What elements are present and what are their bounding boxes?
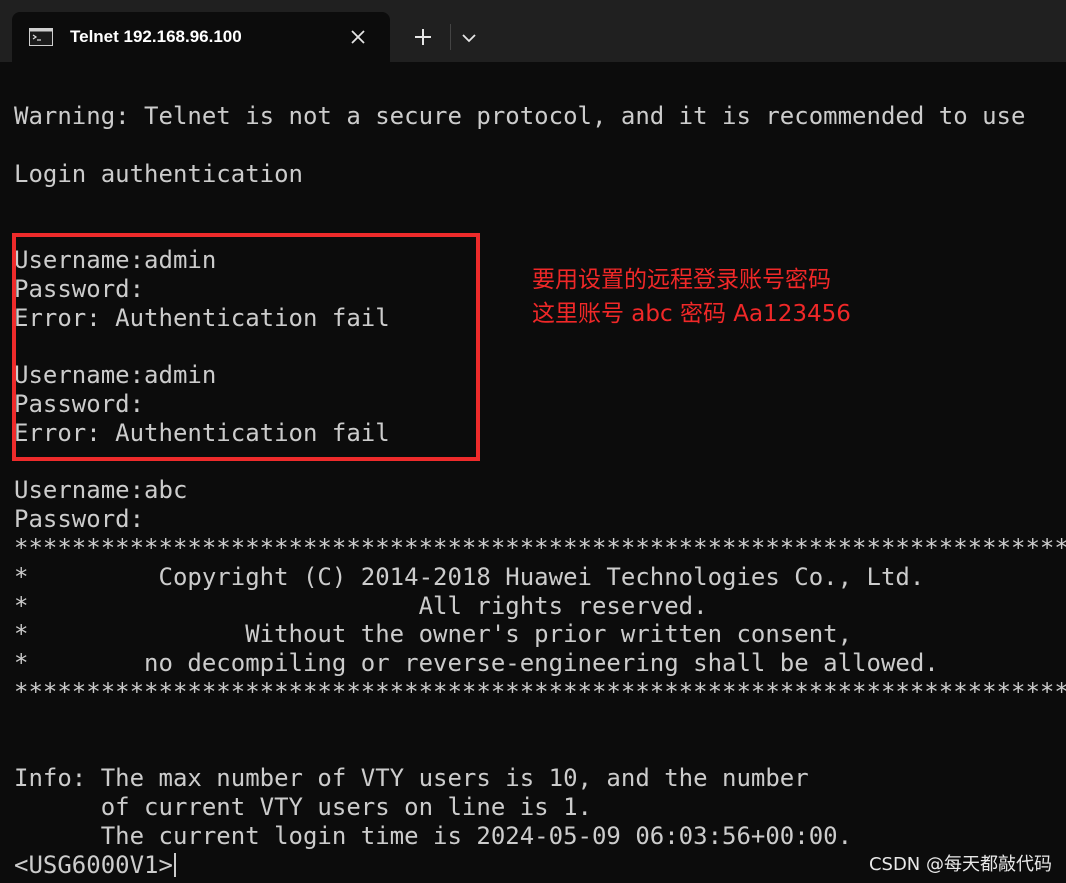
terminal-window: Telnet 192.168.96.100 Warning: Telnet is… (0, 0, 1066, 883)
terminal-line: of current VTY users on line is 1. (14, 793, 592, 822)
terminal-line: Warning: Telnet is not a secure protocol… (14, 102, 1026, 130)
command-prompt: <USG6000V1> (14, 850, 173, 879)
terminal-line: * Copyright (C) 2014-2018 Huawei Technol… (14, 562, 925, 591)
tab-divider (450, 24, 451, 50)
terminal-line: Username:abc (14, 476, 188, 505)
terminal-line: * Without the owner's prior written cons… (14, 620, 853, 649)
terminal-line: ****************************************… (14, 677, 1066, 706)
plus-icon[interactable] (410, 24, 436, 50)
close-icon[interactable] (346, 25, 370, 49)
terminal-line: Password: (14, 505, 145, 534)
annotation-line-1: 要用设置的远程登录账号密码 (532, 267, 831, 293)
terminal-output[interactable]: Warning: Telnet is not a secure protocol… (14, 102, 1066, 883)
terminal-line: The current login time is 2024-05-09 06:… (14, 821, 853, 850)
annotation-line-2: 这里账号 abc 密码 Aa123456 (532, 301, 851, 327)
terminal-line: Info: The max number of VTY users is 10,… (14, 764, 809, 793)
annotation-highlight-box (12, 233, 480, 461)
text-cursor (173, 852, 176, 877)
terminal-icon (29, 28, 53, 46)
terminal-line: ****************************************… (14, 533, 1066, 562)
terminal-line: * All rights reserved. (14, 591, 708, 620)
terminal-line: Login authentication (14, 159, 303, 188)
tab-bar: Telnet 192.168.96.100 (0, 0, 1066, 62)
tab-title: Telnet 192.168.96.100 (70, 27, 242, 46)
terminal-line: * no decompiling or reverse-engineering … (14, 649, 939, 678)
tab-telnet[interactable]: Telnet 192.168.96.100 (12, 12, 390, 62)
chevron-down-icon[interactable] (458, 27, 480, 49)
watermark: CSDN @每天都敲代码 (868, 854, 1052, 875)
